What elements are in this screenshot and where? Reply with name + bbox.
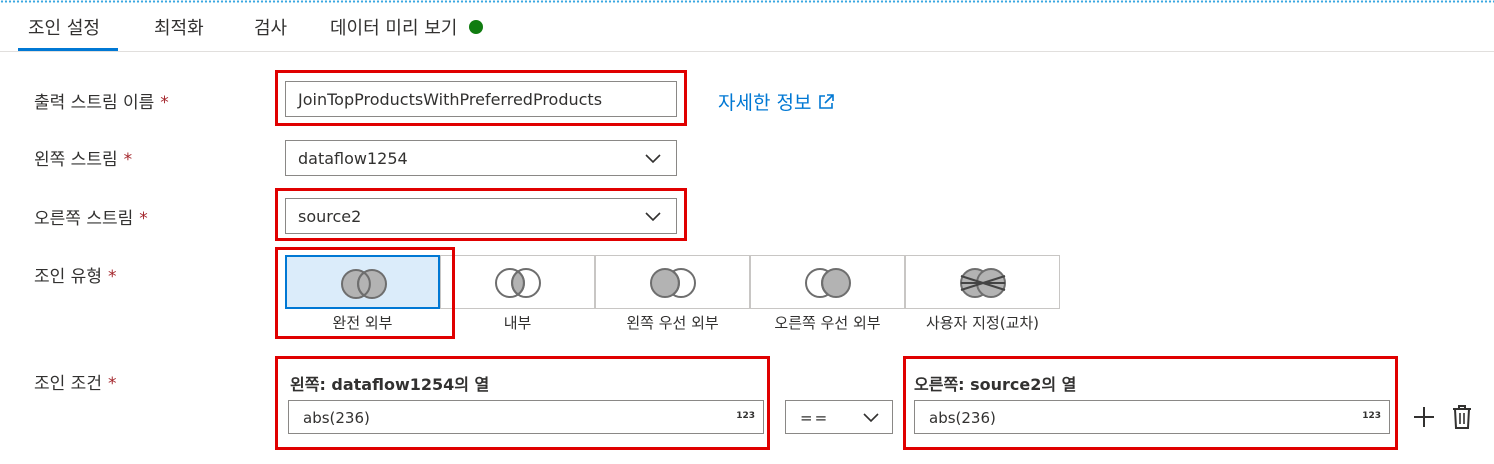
label-text: 출력 스트림 이름 <box>34 93 155 113</box>
join-type-label-right-outer: 오른쪽 우선 외부 <box>774 314 881 332</box>
highlight-box <box>903 356 1398 450</box>
learn-more-link[interactable]: 자세한 정보 <box>718 88 835 115</box>
join-type-right-outer-button[interactable] <box>750 255 905 309</box>
left-stream-label: 왼쪽 스트림 * <box>34 145 132 170</box>
highlight-box <box>275 188 687 241</box>
custom-cross-join-icon <box>960 268 1006 298</box>
select-value: == <box>800 409 830 427</box>
delete-condition-button[interactable] <box>1451 404 1473 434</box>
tab-data-preview[interactable]: 데이터 미리 보기 <box>330 14 484 40</box>
left-outer-join-icon <box>650 268 696 298</box>
join-type-left-outer-button[interactable] <box>595 255 750 309</box>
join-type-inner-button[interactable] <box>440 255 595 309</box>
link-text: 자세한 정보 <box>718 92 812 114</box>
left-stream-select[interactable]: dataflow1254 <box>285 140 677 176</box>
required-mark: * <box>123 150 133 170</box>
highlight-box <box>275 70 687 126</box>
tab-join-settings[interactable]: 조인 설정 <box>28 14 100 40</box>
tab-label: 최적화 <box>154 18 204 39</box>
tab-bar: 조인 설정 최적화 검사 데이터 미리 보기 <box>0 0 1494 52</box>
output-stream-label: 출력 스트림 이름 * <box>34 88 169 113</box>
join-type-label: 조인 유형 * <box>34 262 116 287</box>
tab-label: 데이터 미리 보기 <box>330 18 458 39</box>
add-condition-button[interactable] <box>1412 405 1436 433</box>
required-mark: * <box>107 374 117 394</box>
label-text: 조인 유형 <box>34 267 102 287</box>
label-text: 오른쪽 스트림 <box>34 209 134 229</box>
inner-join-icon <box>495 268 541 298</box>
tab-label: 조인 설정 <box>28 18 100 39</box>
join-type-label-left-outer: 왼쪽 우선 외부 <box>626 314 719 332</box>
required-mark: * <box>107 267 117 287</box>
join-type-label-inner: 내부 <box>503 314 532 332</box>
label-text: 조인 조건 <box>34 374 102 394</box>
chevron-down-icon <box>863 413 879 423</box>
select-value: dataflow1254 <box>298 149 408 168</box>
status-ok-icon <box>469 20 484 34</box>
required-mark: * <box>139 209 148 229</box>
active-tab-indicator <box>18 48 118 51</box>
tab-inspect[interactable]: 검사 <box>254 14 287 40</box>
highlight-box <box>275 356 770 450</box>
join-type-custom-cross-button[interactable] <box>905 255 1060 309</box>
chevron-down-icon <box>645 154 661 164</box>
join-condition-label: 조인 조건 * <box>34 369 116 394</box>
highlight-box <box>275 247 455 339</box>
right-outer-join-icon <box>805 268 851 298</box>
tab-optimize[interactable]: 최적화 <box>154 14 204 40</box>
right-stream-label: 오른쪽 스트림 * <box>34 204 148 229</box>
operator-select[interactable]: == <box>785 400 893 434</box>
external-link-icon <box>819 93 835 109</box>
tab-label: 검사 <box>254 18 288 39</box>
label-text: 왼쪽 스트림 <box>34 150 118 170</box>
join-type-label-custom-cross: 사용자 지정(교차) <box>925 314 1040 332</box>
trash-icon <box>1453 405 1471 429</box>
required-mark: * <box>160 93 169 113</box>
plus-icon <box>1414 407 1434 427</box>
